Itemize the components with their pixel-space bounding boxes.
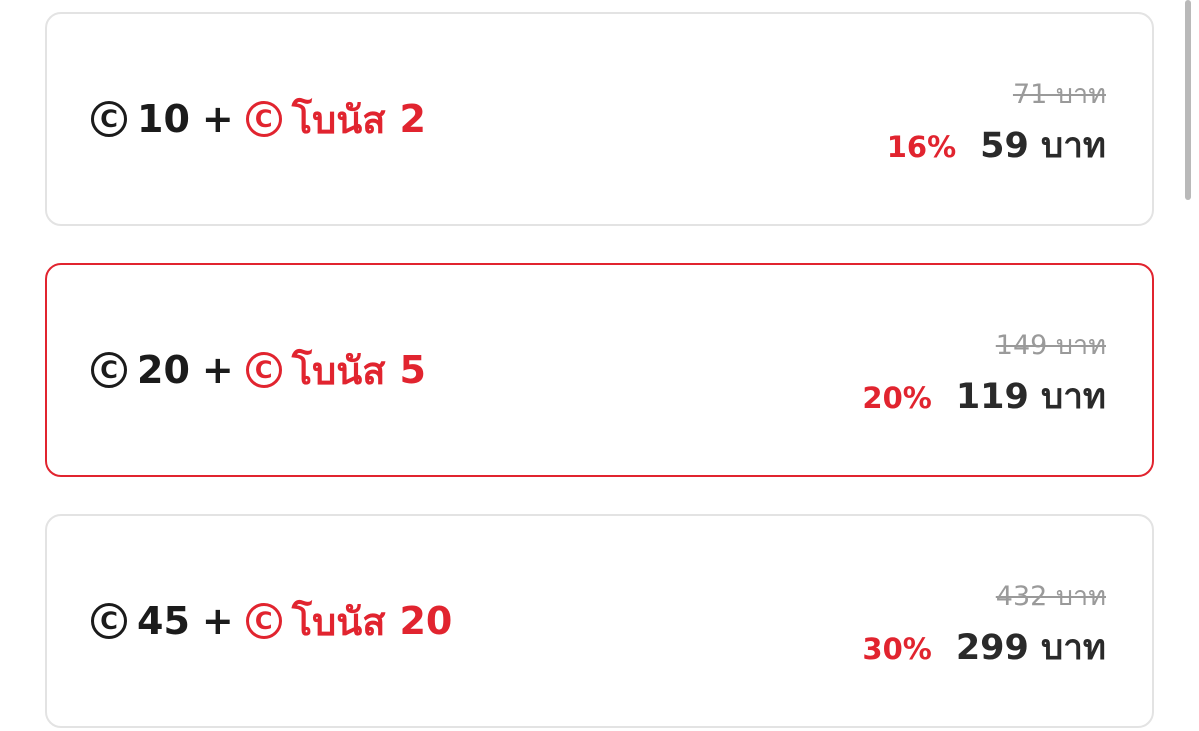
bonus-label: โบนัส (291, 97, 386, 142)
coin-amount: 20 (137, 348, 190, 392)
price-block: 149 บาท 20% 119 บาท (766, 265, 1106, 475)
original-price: 71 บาท (1012, 79, 1106, 110)
plus-sign: + (201, 348, 234, 392)
bonus-amount: 20 (399, 599, 453, 643)
coin-amount: 10 (137, 97, 190, 141)
scrollbar[interactable] (1185, 0, 1191, 200)
price-block: 71 บาท 16% 59 บาท (766, 14, 1106, 224)
package-card-10-coins[interactable]: C 10 + C โบนัส 2 71 บาท 16% 59 บาท (45, 12, 1154, 226)
discount-badge: 16% (886, 130, 957, 164)
sale-price: 59 บาท (980, 126, 1106, 166)
bonus-amount: 2 (399, 97, 426, 141)
original-price: 149 บาท (995, 330, 1106, 361)
package-title: C 45 + C โบนัส 20 (91, 516, 452, 726)
plus-sign: + (201, 97, 234, 141)
package-card-20-coins[interactable]: C 20 + C โบนัส 5 149 บาท 20% 119 บาท (45, 263, 1154, 477)
coin-package-list: C 10 + C โบนัส 2 71 บาท 16% 59 บาท C 20 … (0, 0, 1199, 731)
plus-sign: + (201, 599, 234, 643)
sale-price: 299 บาท (955, 628, 1106, 668)
package-title: C 20 + C โบนัส 5 (91, 265, 426, 475)
discount-badge: 20% (862, 381, 932, 415)
price-row: 30% 299 บาท (862, 620, 1106, 675)
original-price: 432 บาท (995, 581, 1106, 612)
coin-icon: C (91, 101, 127, 137)
discount-badge: 30% (862, 632, 932, 666)
coin-amount: 45 (137, 599, 190, 643)
sale-price: 119 บาท (955, 377, 1106, 417)
price-row: 16% 59 บาท (887, 118, 1106, 173)
bonus-coin-icon: C (245, 603, 282, 639)
bonus-coin-icon: C (245, 101, 282, 137)
package-card-45-coins[interactable]: C 45 + C โบนัส 20 432 บาท 30% 299 บาท (45, 514, 1154, 728)
bonus-coin-icon: C (245, 352, 282, 388)
price-row: 20% 119 บาท (862, 369, 1106, 424)
bonus-label: โบนัส (291, 599, 386, 644)
package-title: C 10 + C โบนัส 2 (91, 14, 426, 224)
coin-icon: C (91, 603, 127, 639)
price-block: 432 บาท 30% 299 บาท (766, 516, 1106, 726)
bonus-amount: 5 (399, 348, 426, 392)
bonus-label: โบนัส (291, 348, 386, 393)
coin-icon: C (91, 352, 127, 388)
